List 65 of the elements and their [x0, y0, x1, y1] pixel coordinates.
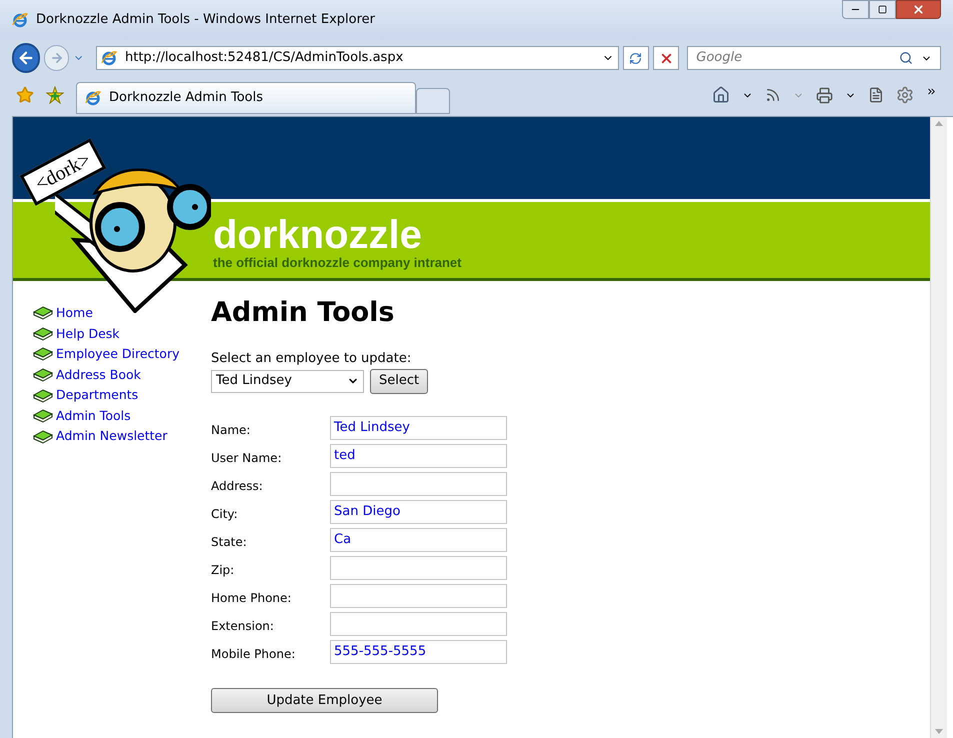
input-field[interactable]: [330, 556, 507, 580]
close-icon: [912, 3, 925, 16]
nav-link[interactable]: Admin Tools: [56, 406, 131, 426]
sign-text: <dork>: [32, 149, 94, 195]
book-icon: [33, 367, 53, 384]
nav-link[interactable]: Help Desk: [56, 324, 120, 344]
input-field[interactable]: [330, 612, 507, 636]
input-field[interactable]: [330, 472, 507, 496]
page-heading: Admin Tools: [211, 297, 396, 329]
employee-select[interactable]: Ted Lindsey: [211, 370, 364, 392]
refresh-icon: [629, 52, 642, 64]
print-icon[interactable]: [816, 86, 833, 104]
maximize-button[interactable]: [869, 0, 896, 19]
book-icon: [33, 428, 53, 445]
home-icon[interactable]: [712, 86, 730, 104]
browser-logo-icon: [85, 90, 101, 106]
book-icon: [33, 408, 53, 424]
input-field[interactable]: ted: [330, 444, 507, 468]
select-button[interactable]: Select: [370, 368, 428, 394]
input-field[interactable]: 555-555-5555: [330, 640, 507, 664]
nav-link[interactable]: Departments: [56, 386, 138, 406]
input-field[interactable]: San Diego: [330, 500, 507, 524]
field-label: Zip:: [211, 562, 236, 579]
field-label: City:: [211, 506, 239, 523]
book-icon: [33, 305, 53, 322]
browser-logo-icon: [101, 50, 117, 66]
browser-logo-icon: [12, 12, 28, 28]
book-icon: [33, 346, 53, 362]
field-label: Extension:: [211, 618, 275, 635]
nav-link[interactable]: Admin Newsletter: [56, 427, 168, 446]
field-label: Name:: [211, 422, 252, 439]
favorites-star-icon[interactable]: [16, 86, 34, 104]
window-title: Dorknozzle Admin Tools - Windows Internet Explorer: [36, 11, 376, 30]
field-label: State:: [211, 534, 248, 551]
select-label: Select an employee to update:: [211, 350, 412, 368]
more-icon[interactable]: [926, 86, 937, 97]
update-employee-button[interactable]: Update Employee: [211, 688, 438, 713]
nav-link[interactable]: Home: [56, 304, 93, 323]
field-label: Mobile Phone:: [211, 646, 296, 663]
feed-icon[interactable]: [765, 87, 781, 103]
input-field[interactable]: [330, 584, 507, 608]
nav-link[interactable]: Employee Directory: [56, 345, 180, 364]
url-text: http://localhost:52481/CS/AdminTools.aspx: [125, 49, 404, 68]
refresh-button[interactable]: [622, 46, 649, 70]
address-bar[interactable]: http://localhost:52481/CS/AdminTools.aspx: [96, 46, 619, 70]
site-name: dorknozzle: [213, 214, 423, 254]
search-field[interactable]: Google: [687, 46, 942, 70]
close-button[interactable]: [896, 0, 941, 19]
input-field[interactable]: Ca: [330, 528, 507, 552]
field-label: Home Phone:: [211, 590, 292, 607]
page-icon[interactable]: [868, 87, 884, 103]
input-field[interactable]: Ted Lindsey: [330, 416, 507, 440]
search-icon[interactable]: [899, 51, 914, 65]
field-label: User Name:: [211, 450, 283, 467]
book-icon: [33, 388, 53, 404]
browser-tab[interactable]: Dorknozzle Admin Tools: [76, 82, 416, 114]
stop-button[interactable]: [652, 46, 680, 70]
nav-link[interactable]: Address Book: [56, 366, 141, 384]
site-tagline: the official dorknozzle company intranet: [213, 254, 462, 270]
settings-icon[interactable]: [896, 86, 914, 104]
maximize-icon: [878, 5, 887, 14]
field-label: Address:: [211, 478, 264, 495]
add-favorite-icon[interactable]: [46, 86, 64, 104]
back-button[interactable]: [12, 43, 40, 73]
book-icon: [33, 326, 53, 342]
